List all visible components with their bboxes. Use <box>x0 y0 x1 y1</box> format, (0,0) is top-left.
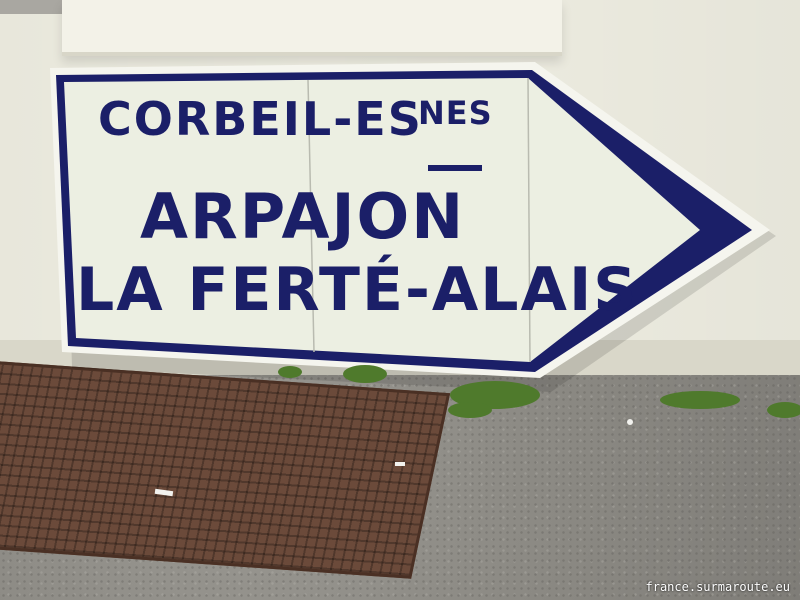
sign-superscript-nes: NES <box>418 94 493 132</box>
cigarette-butt <box>154 488 174 497</box>
sign-superscript-underline <box>428 165 482 171</box>
sign-line-arpajon: ARPAJON <box>140 180 466 253</box>
litter <box>395 462 405 466</box>
watermark: france.surmaroute.eu <box>645 580 791 594</box>
litter <box>627 419 633 425</box>
sign-line-la-ferte-alais: LA FERTÉ-ALAIS <box>76 255 639 325</box>
sign-line-corbeil: CORBEIL-ES <box>98 92 423 146</box>
